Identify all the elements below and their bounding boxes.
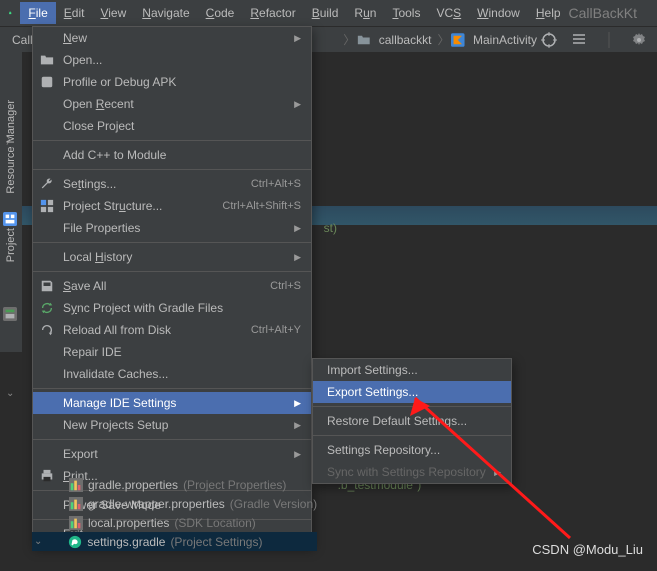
menubar: File Edit View Navigate Code Refactor Bu… [0, 0, 657, 26]
menu-build[interactable]: Build [304, 2, 347, 24]
chevron-down-icon: ⌄ [34, 536, 42, 547]
menu-item-project-structure[interactable]: Project Structure...Ctrl+Alt+Shift+S [33, 195, 311, 217]
menu-item-reload-disk[interactable]: Reload All from DiskCtrl+Alt+Y [33, 319, 311, 341]
menu-item-add-cpp[interactable]: Add C++ to Module [33, 144, 311, 166]
separator [33, 388, 311, 389]
gradle-file-icon [69, 497, 83, 511]
gradle-icon [68, 535, 82, 549]
menu-run[interactable]: Run [346, 2, 384, 24]
chevron-right-icon: ▶ [494, 467, 501, 478]
menu-item-profile-apk[interactable]: Profile or Debug APK [33, 71, 311, 93]
project-icon [3, 307, 17, 321]
gear-icon[interactable] [631, 32, 647, 48]
menu-vcs[interactable]: VCS [428, 2, 469, 24]
menu-item-open-recent[interactable]: Open Recent▶ [33, 93, 311, 115]
tree-row[interactable]: gradle.properties(Project Properties) [34, 475, 317, 494]
structure-icon [40, 199, 54, 213]
menu-item-export[interactable]: Export▶ [33, 443, 311, 465]
separator [33, 169, 311, 170]
menu-refactor[interactable]: Refactor [242, 2, 303, 24]
wrench-icon [40, 177, 54, 191]
submenu-settings-repo[interactable]: Settings Repository... [313, 439, 511, 461]
open-icon [40, 53, 54, 67]
shortcut-label: Ctrl+Alt+S [251, 178, 301, 190]
chevron-down-icon[interactable]: ⌄ [6, 388, 14, 399]
breadcrumb-file[interactable]: MainActivity [469, 33, 541, 47]
menu-item-new-projects-setup[interactable]: New Projects Setup▶ [33, 414, 311, 436]
menu-edit[interactable]: Edit [56, 2, 93, 24]
android-logo-icon [8, 4, 12, 22]
menu-code[interactable]: Code [198, 2, 243, 24]
chevron-right-icon: ▶ [294, 449, 301, 460]
editor-hint: st) [324, 221, 337, 235]
watermark: CSDN @Modu_Liu [532, 542, 643, 557]
chevron-right-icon: ▶ [294, 223, 301, 234]
menu-item-close-project[interactable]: Close Project [33, 115, 311, 137]
shortcut-label: Ctrl+Alt+Shift+S [222, 200, 301, 212]
menu-item-sync-gradle[interactable]: Sync Project with Gradle Files [33, 297, 311, 319]
separator [33, 242, 311, 243]
sidebar-tab-project[interactable]: Project [3, 220, 19, 270]
separator [313, 406, 511, 407]
tree-row[interactable]: local.properties(SDK Location) [34, 513, 317, 532]
shortcut-label: Ctrl+Alt+Y [251, 324, 301, 336]
separator [33, 140, 311, 141]
submenu-export-settings[interactable]: Export Settings... [313, 381, 511, 403]
menu-item-manage-ide-settings[interactable]: Manage IDE Settings▶ [33, 392, 311, 414]
project-name: CallBackKt [569, 5, 657, 21]
tree-row-selected[interactable]: ⌄settings.gradle(Project Settings) [32, 532, 317, 551]
chevron-right-icon: ▶ [294, 420, 301, 431]
tree-row[interactable]: gradle-wrapper.properties(Gradle Version… [34, 494, 317, 513]
chevron-right-icon: 〉 [435, 31, 451, 48]
submenu-import-settings[interactable]: Import Settings... [313, 359, 511, 381]
save-icon [40, 279, 54, 293]
sync-icon [40, 301, 54, 315]
breadcrumb-folder[interactable]: callbackkt [375, 33, 436, 47]
menu-item-new[interactable]: New▶ [33, 27, 311, 49]
apk-icon [40, 75, 54, 89]
left-sidebar: 〉 Resource Manager Project ⌄ [0, 52, 22, 352]
separator [313, 435, 511, 436]
properties-file-icon [69, 516, 83, 530]
menu-item-save-all[interactable]: Save AllCtrl+S [33, 275, 311, 297]
reload-icon [40, 323, 54, 337]
separator [33, 439, 311, 440]
chevron-right-icon: ▶ [294, 99, 301, 110]
menu-item-repair-ide[interactable]: Repair IDE [33, 341, 311, 363]
chevron-right-icon: ▶ [294, 398, 301, 409]
separator [33, 271, 311, 272]
menu-help[interactable]: Help [528, 2, 569, 24]
menu-tools[interactable]: Tools [384, 2, 428, 24]
crosshair-icon[interactable] [541, 32, 557, 48]
divider-icon [601, 32, 617, 48]
menu-item-open[interactable]: Open... [33, 49, 311, 71]
menu-item-local-history[interactable]: Local History▶ [33, 246, 311, 268]
shortcut-label: Ctrl+S [270, 280, 301, 292]
project-tree: gradle.properties(Project Properties) gr… [34, 475, 317, 551]
align-icon[interactable] [571, 32, 587, 48]
kotlin-file-icon [451, 33, 465, 47]
chevron-right-icon: ▶ [294, 33, 301, 44]
gradle-file-icon [69, 478, 83, 492]
submenu-restore-defaults[interactable]: Restore Default Settings... [313, 410, 511, 432]
menu-file[interactable]: File [20, 2, 55, 24]
menu-view[interactable]: View [92, 2, 134, 24]
menu-item-file-properties[interactable]: File Properties▶st) [33, 217, 311, 239]
menu-item-invalidate-caches[interactable]: Invalidate Caches... [33, 363, 311, 385]
sidebar-tab-resource-manager[interactable]: Resource Manager [3, 92, 19, 202]
menu-window[interactable]: Window [469, 2, 528, 24]
chevron-right-icon: 〉 [341, 31, 357, 48]
manage-ide-settings-submenu: Import Settings... Export Settings... Re… [312, 358, 512, 484]
menu-navigate[interactable]: Navigate [134, 2, 197, 24]
folder-icon [357, 33, 371, 47]
menu-item-settings[interactable]: Settings...Ctrl+Alt+S [33, 173, 311, 195]
file-menu-dropdown: New▶ Open... Profile or Debug APK Open R… [32, 26, 312, 546]
submenu-sync-repo: Sync with Settings Repository▶ [313, 461, 511, 483]
chevron-right-icon: ▶ [294, 252, 301, 263]
